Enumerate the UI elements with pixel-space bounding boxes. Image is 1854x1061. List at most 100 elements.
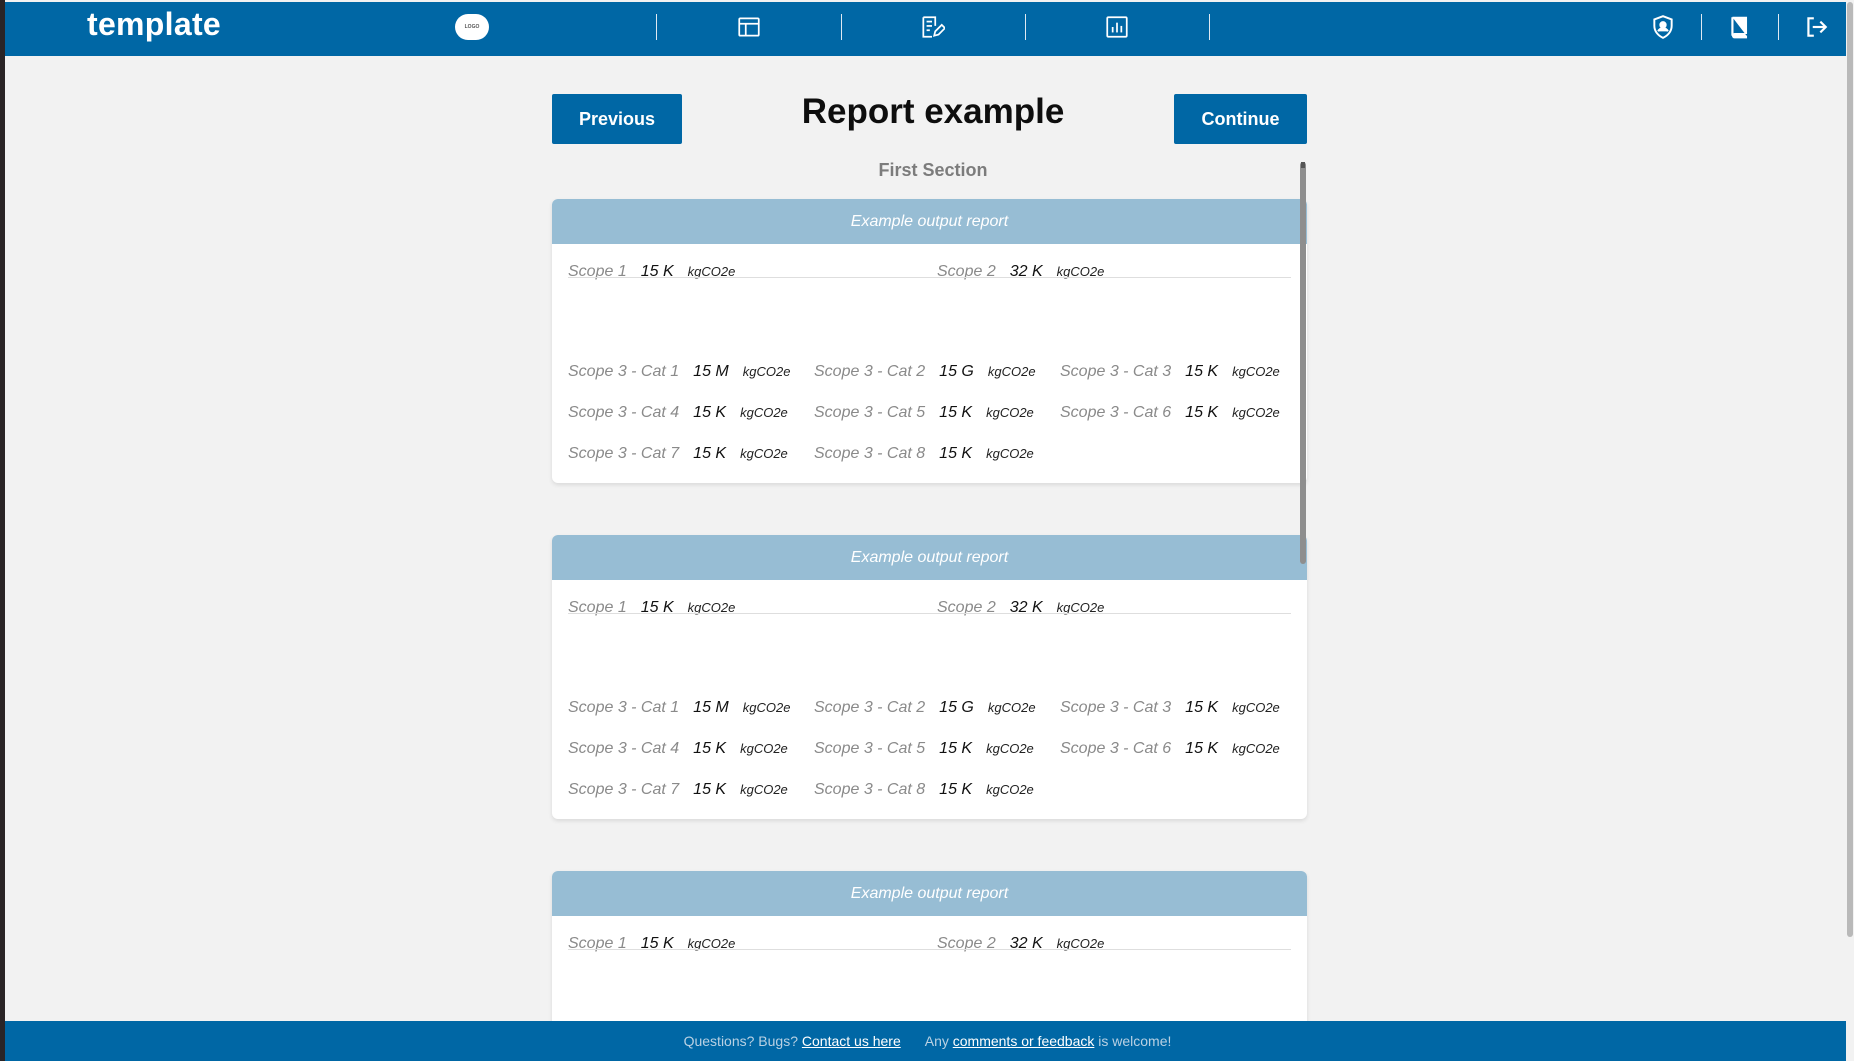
metric-unit: kgCO2e xyxy=(987,700,1036,715)
metric-value: 15 K xyxy=(939,445,973,462)
category-metric: Scope 3 - Cat 7 15 K kgCO2e xyxy=(568,781,788,799)
metric-unit: kgCO2e xyxy=(1232,364,1280,379)
metric-label: Scope 3 - Cat 7 xyxy=(568,781,680,798)
nav-separator xyxy=(1025,14,1026,40)
footer-questions-text: Questions? Bugs? xyxy=(683,1033,798,1049)
metric-value: 15 G xyxy=(939,363,974,380)
metric-value: 15 K xyxy=(1185,740,1219,757)
metric-label: Scope 3 - Cat 5 xyxy=(814,404,926,421)
category-metric: Scope 3 - Cat 6 15 K kgCO2e xyxy=(1060,740,1280,758)
previous-button[interactable]: Previous xyxy=(552,94,682,144)
metric-label: Scope 3 - Cat 3 xyxy=(1060,699,1172,716)
brand-name[interactable]: template xyxy=(87,6,221,43)
footer: Questions? Bugs? Contact us here Any com… xyxy=(5,1021,1850,1061)
category-metric: Scope 3 - Cat 1 15 M kgCO2e xyxy=(568,699,790,717)
page-scrollbar[interactable] xyxy=(1846,0,1854,1061)
metric-unit: kgCO2e xyxy=(740,782,788,797)
metric-label: Scope 3 - Cat 8 xyxy=(814,445,926,462)
footer-any-text: Any xyxy=(924,1033,949,1049)
metric-value: 15 M xyxy=(693,699,729,716)
metric-value: 15 K xyxy=(939,781,973,798)
category-metric: Scope 3 - Cat 3 15 K kgCO2e xyxy=(1060,363,1280,381)
metric-label: Scope 3 - Cat 3 xyxy=(1060,363,1172,380)
metric-label: Scope 3 - Cat 6 xyxy=(1060,404,1172,421)
metric-value: 32 K xyxy=(1009,935,1043,952)
continue-button[interactable]: Continue xyxy=(1174,94,1307,144)
shield-user-icon[interactable] xyxy=(1649,13,1677,41)
metric-value: 15 K xyxy=(640,935,674,952)
metric-unit: kgCO2e xyxy=(742,700,791,715)
card-divider xyxy=(568,277,1291,278)
card-divider xyxy=(568,949,1291,950)
metric-unit: kgCO2e xyxy=(740,446,788,461)
scope-metric: Scope 1 15 K kgCO2e xyxy=(568,263,735,281)
nav-separator xyxy=(1778,14,1779,40)
metric-unit: kgCO2e xyxy=(1232,741,1280,756)
category-metric: Scope 3 - Cat 1 15 M kgCO2e xyxy=(568,363,790,381)
content-scrollbar-arrow[interactable] xyxy=(1301,162,1305,168)
metric-label: Scope 3 - Cat 5 xyxy=(814,740,926,757)
metric-value: 15 K xyxy=(693,404,727,421)
metric-unit: kgCO2e xyxy=(1232,700,1280,715)
page-title: Report example xyxy=(801,92,1065,131)
edit-document-icon[interactable] xyxy=(918,13,946,41)
category-metric: Scope 3 - Cat 3 15 K kgCO2e xyxy=(1060,699,1280,717)
layout-icon[interactable] xyxy=(735,13,763,41)
metric-label: Scope 3 - Cat 4 xyxy=(568,740,680,757)
metric-value: 15 K xyxy=(693,740,727,757)
metric-unit: kgCO2e xyxy=(742,364,791,379)
metric-value: 15 K xyxy=(693,445,727,462)
metric-value: 15 K xyxy=(939,404,973,421)
category-metric: Scope 3 - Cat 8 15 K kgCO2e xyxy=(814,781,1034,799)
feedback-link[interactable]: comments or feedback xyxy=(953,1033,1095,1049)
category-metric: Scope 3 - Cat 5 15 K kgCO2e xyxy=(814,740,1034,758)
metric-label: Scope 3 - Cat 1 xyxy=(568,699,680,716)
metric-label: Scope 3 - Cat 8 xyxy=(814,781,926,798)
metric-unit: kgCO2e xyxy=(986,741,1034,756)
page-scrollbar-thumb[interactable] xyxy=(1847,2,1853,937)
metric-value: 32 K xyxy=(1009,263,1043,280)
category-metric: Scope 3 - Cat 2 15 G kgCO2e xyxy=(814,699,1036,717)
contact-link[interactable]: Contact us here xyxy=(802,1033,901,1049)
metric-value: 15 K xyxy=(1185,404,1219,421)
card-title: Example output report xyxy=(552,199,1307,244)
nav-separator xyxy=(1701,14,1702,40)
content-scrollbar-thumb[interactable] xyxy=(1300,162,1306,564)
report-card: Example output report Scope 1 15 K kgCO2… xyxy=(552,535,1307,819)
card-divider xyxy=(568,613,1291,614)
metric-label: Scope 2 xyxy=(937,599,996,616)
metric-value: 15 K xyxy=(1185,699,1219,716)
category-metric: Scope 3 - Cat 6 15 K kgCO2e xyxy=(1060,404,1280,422)
scope-metric: Scope 2 32 K kgCO2e xyxy=(937,263,1104,281)
nav-separator xyxy=(841,14,842,40)
logout-icon[interactable] xyxy=(1802,13,1830,41)
card-title: Example output report xyxy=(552,535,1307,580)
metric-unit: kgCO2e xyxy=(986,405,1034,420)
book-icon[interactable] xyxy=(1726,13,1754,41)
metric-label: Scope 3 - Cat 4 xyxy=(568,404,680,421)
metric-value: 15 K xyxy=(640,263,674,280)
metric-label: Scope 1 xyxy=(568,599,627,616)
metric-label: Scope 3 - Cat 7 xyxy=(568,445,680,462)
category-metric: Scope 3 - Cat 8 15 K kgCO2e xyxy=(814,445,1034,463)
metric-unit: kgCO2e xyxy=(1232,405,1280,420)
metric-unit: kgCO2e xyxy=(740,741,788,756)
logo-badge[interactable]: LOGO xyxy=(455,14,489,40)
metric-label: Scope 3 - Cat 2 xyxy=(814,699,926,716)
top-navigation-bar: template LOGO xyxy=(5,2,1850,56)
scope-metric: Scope 1 15 K kgCO2e xyxy=(568,599,735,617)
category-metric: Scope 3 - Cat 7 15 K kgCO2e xyxy=(568,445,788,463)
category-metric: Scope 3 - Cat 5 15 K kgCO2e xyxy=(814,404,1034,422)
section-title: First Section xyxy=(878,160,988,180)
bar-chart-icon[interactable] xyxy=(1103,13,1131,41)
metric-label: Scope 1 xyxy=(568,935,627,952)
metric-unit: kgCO2e xyxy=(740,405,788,420)
nav-separator xyxy=(1209,14,1210,40)
metric-value: 15 K xyxy=(1185,363,1219,380)
scope-metric: Scope 1 15 K kgCO2e xyxy=(568,935,735,953)
metric-value: 15 K xyxy=(640,599,674,616)
scope-metric: Scope 2 32 K kgCO2e xyxy=(937,935,1104,953)
metric-value: 15 K xyxy=(939,740,973,757)
scope-metric: Scope 2 32 K kgCO2e xyxy=(937,599,1104,617)
metric-label: Scope 2 xyxy=(937,935,996,952)
